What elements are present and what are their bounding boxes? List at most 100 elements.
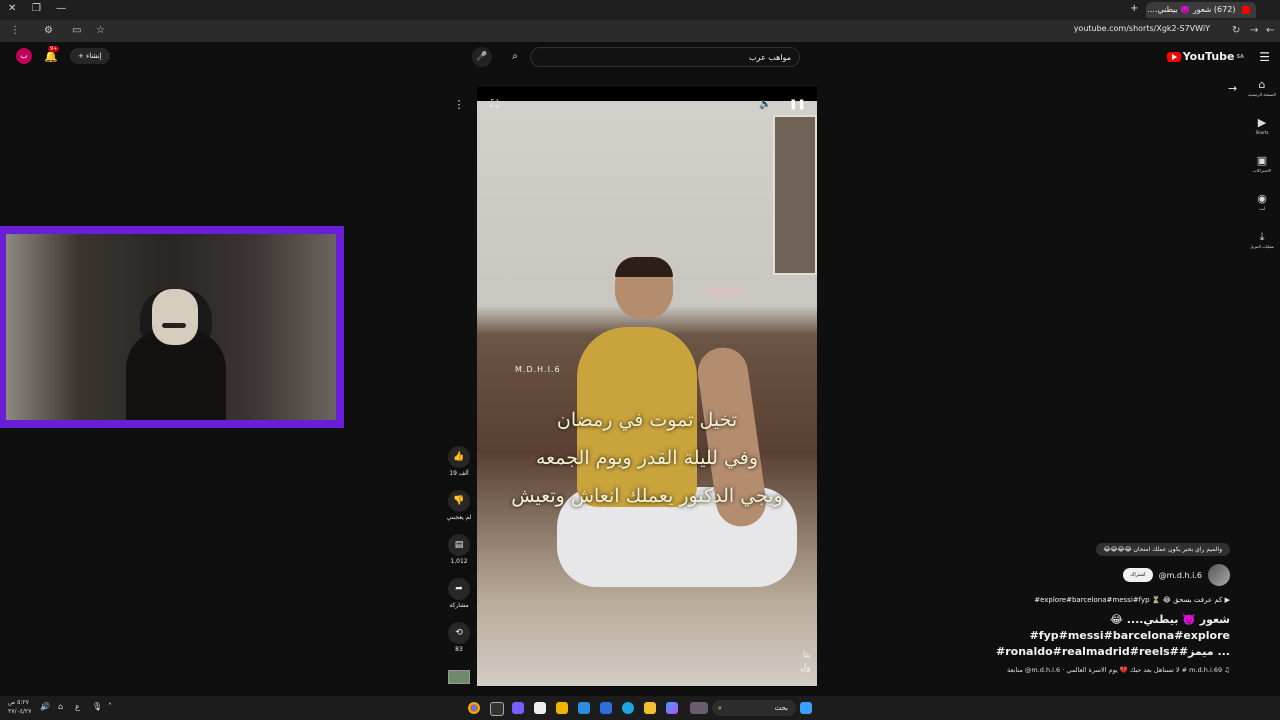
clock-time: ٥:٢٧ ص (8, 699, 29, 706)
subscriptions-icon: ▣ (1256, 154, 1268, 167)
account-avatar[interactable]: ب (16, 48, 32, 64)
nav-downloads-label: عمليات التنزيل (1249, 244, 1275, 249)
sidebar-icon[interactable]: ▭ (72, 25, 81, 36)
tab-youtube-short[interactable]: (672) شعور 👿 بيطني.... (1146, 2, 1256, 18)
webcam-feed (6, 234, 336, 420)
channel-row: @m.d.h.i.6 اشتراك (970, 564, 1230, 586)
start-windows-icon[interactable] (800, 702, 812, 714)
network-tray-icon[interactable]: ⌂ (58, 702, 63, 711)
dislike-action[interactable]: 👎 لم يعجبني (446, 490, 472, 534)
nav-shorts-label: Shorts (1255, 130, 1269, 135)
share-action[interactable]: ➦ مشاركة (446, 578, 472, 622)
share-label: مشاركة (449, 602, 469, 609)
fullscreen-icon[interactable]: ⛶ (491, 99, 498, 110)
copilot-taskbar-icon[interactable] (666, 702, 678, 714)
dislike-label: لم يعجبني (446, 514, 472, 521)
voice-search-mic-icon[interactable]: 🎤 (472, 47, 492, 67)
caption-line-1: تخيل تموت في رمضان (556, 409, 738, 431)
comment-count: 1,012 (450, 558, 468, 565)
caption-line-3: ويجي الدكتور يعملك انعاش وتعيش (511, 485, 783, 507)
notifications-badge: 9+ (48, 46, 60, 52)
short-more-options-icon[interactable]: ⋮ (451, 98, 467, 114)
short-metadata: والميم راي بحبر يكون عملك امتحان 😂😂😂😂 @m… (970, 536, 1230, 674)
remix-icon[interactable]: ⟲ (448, 622, 470, 644)
search-input[interactable]: مواهب عرب (530, 47, 800, 67)
dislike-icon[interactable]: 👎 (448, 490, 470, 512)
chrome-taskbar-icon[interactable] (468, 702, 480, 714)
remix-count: 83 (455, 646, 463, 653)
taskbar-search-placeholder: بحث (774, 704, 788, 712)
channel-avatar[interactable] (1208, 564, 1230, 586)
edge-taskbar-icon[interactable] (622, 702, 634, 714)
nav-shorts[interactable]: ▶ Shorts (1244, 116, 1280, 154)
music-credit[interactable]: ♫ m.d.h.i.69 # لا تستاهل بعد حبك 💔 يوم ا… (970, 666, 1230, 674)
browser-menu-icon[interactable]: ⋮ (10, 25, 20, 36)
notes-taskbar-icon[interactable] (556, 702, 568, 714)
file-explorer-taskbar-icon[interactable] (644, 702, 656, 714)
language-indicator[interactable]: ع (75, 702, 80, 711)
taskbar-search-box[interactable]: بحث ⌕ (712, 700, 796, 716)
extensions-icon[interactable]: ⚙ (44, 25, 53, 36)
calendar-taskbar-icon[interactable] (600, 702, 612, 714)
obs-taskbar-icon[interactable] (490, 702, 504, 716)
remix-action[interactable]: ⟲ 83 (446, 622, 472, 666)
youtube-favicon-icon (1242, 5, 1250, 14)
streamer-figure (126, 289, 226, 420)
create-label: إنشاء (86, 52, 102, 60)
url-field[interactable]: youtube.com/shorts/Xgk2-S7VWiY (1074, 24, 1210, 33)
pause-icon[interactable]: ❚❚ (789, 99, 806, 110)
capcut-taskbar-icon[interactable] (534, 702, 546, 714)
guide-menu-icon[interactable]: ☰ (1259, 50, 1270, 64)
youtube-header: ب 🔔 9+ + إنشاء 🎤 ⌕ ✕ مواهب عرب YouTube S… (0, 42, 1280, 72)
mail-taskbar-icon[interactable] (578, 702, 590, 714)
audio-thumbnail[interactable] (448, 670, 470, 684)
title-line-2: #fyp#messi#barcelona#explore (1029, 629, 1230, 642)
title-line-3: #ronaldo#realmadrid#reels##ميمز ... (996, 645, 1230, 658)
volume-icon[interactable]: 🔈 (759, 99, 771, 110)
channel-handle[interactable]: @m.d.h.i.6 (1159, 571, 1202, 580)
youtube-play-logo-icon (1166, 51, 1181, 62)
forward-icon[interactable]: → (1250, 25, 1258, 36)
volume-tray-icon[interactable]: 🔊 (40, 702, 50, 711)
description-ticker[interactable]: ▶ كم عرفت بسحق 😂 ⏳ explore#barcelona#mes… (970, 596, 1230, 604)
maximize-window-icon[interactable]: ❐ (32, 3, 41, 14)
reload-icon[interactable]: ↻ (1232, 25, 1240, 36)
nav-home[interactable]: ⌂ الصفحة الرئيسية (1244, 78, 1280, 116)
discord-taskbar-icon[interactable] (512, 702, 524, 714)
bookmark-star-icon[interactable]: ☆ (96, 25, 105, 36)
minimize-window-icon[interactable]: — (56, 3, 66, 14)
share-icon[interactable]: ➦ (448, 578, 470, 600)
like-action[interactable]: 👍 19 ألف (446, 446, 472, 490)
like-icon[interactable]: 👍 (448, 446, 470, 468)
collapse-arrow-icon[interactable]: → (1228, 82, 1237, 95)
nav-downloads[interactable]: ⤓ عمليات التنزيل (1244, 230, 1280, 268)
taskbar-search-icon: ⌕ (718, 704, 722, 712)
video-watermark: M.D.H.I.6 (515, 365, 561, 374)
short-title[interactable]: شعور 👿 بيطني.... 😂 #fyp#messi#barcelona#… (970, 612, 1230, 660)
region-code: SA (1236, 53, 1244, 60)
caption-line-2: وفي لليلة القدر ويوم الجمعه (535, 447, 759, 469)
create-button[interactable]: + إنشاء (70, 48, 110, 64)
title-line-1: شعور 👿 بيطني.... 😂 (1110, 613, 1230, 626)
tray-overflow-icon[interactable]: ˄ (108, 702, 112, 711)
nav-subscriptions[interactable]: ▣ الاشتراكات (1244, 154, 1280, 192)
subscribe-button[interactable]: اشتراك (1123, 568, 1153, 582)
nav-you[interactable]: ◉ أنت (1244, 192, 1280, 230)
comment-icon[interactable]: ▤ (448, 534, 470, 556)
back-icon[interactable]: ← (1266, 25, 1274, 36)
video-corner-text: يتا ول (800, 650, 811, 673)
mic-tray-icon[interactable]: 🎙 (92, 702, 102, 711)
video-channel-mark: سمسم الكوره (705, 287, 747, 295)
top-comment-pill[interactable]: والميم راي بحبر يكون عملك امتحان 😂😂😂😂 (1095, 543, 1230, 556)
widgets-taskbar-icon[interactable] (690, 702, 708, 714)
search-button[interactable]: ⌕ (504, 48, 526, 66)
youtube-logo[interactable]: YouTube SA (1166, 50, 1244, 63)
comments-action[interactable]: ▤ 1,012 (446, 534, 472, 578)
close-window-icon[interactable]: ✕ (8, 3, 16, 14)
browser-address-bar: ⋮ ⚙ ▭ ☆ youtube.com/shorts/Xgk2-S7VWiY ↻… (0, 20, 1280, 42)
system-clock[interactable]: ٥:٢٧ ص ٢٧/٠٤/٢٧ (8, 698, 31, 716)
shorts-icon: ▶ (1257, 116, 1267, 129)
video-caption: تخيل تموت في رمضان وفي لليلة القدر ويوم … (477, 401, 817, 515)
new-tab-icon[interactable]: + (1130, 3, 1138, 14)
short-video-player[interactable]: M.D.H.I.6 سمسم الكوره تخيل تموت في رمضان… (477, 87, 817, 687)
